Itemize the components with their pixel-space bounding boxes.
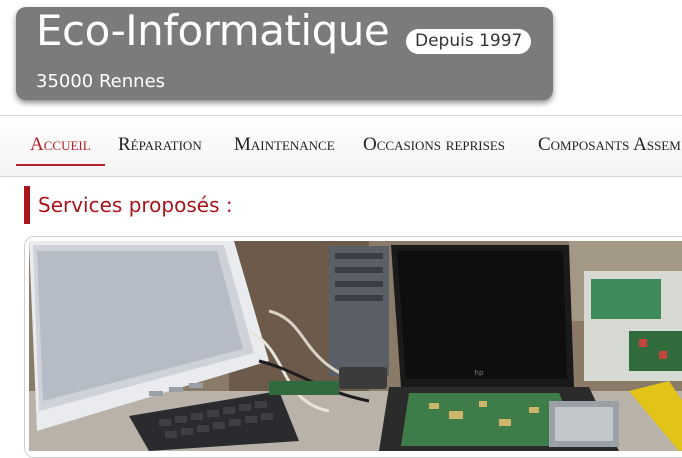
- nav-item-accueil[interactable]: Accueil: [16, 116, 105, 166]
- nav-item-maintenance[interactable]: Maintenance: [234, 116, 335, 166]
- repair-workshop-photo: hp: [29, 241, 682, 451]
- nav-item-composants-assembles[interactable]: Composants Assem: [538, 116, 681, 166]
- since-badge: Depuis 1997: [406, 29, 532, 54]
- section-title: Services proposés :: [24, 186, 233, 224]
- svg-text:hp: hp: [475, 369, 484, 377]
- nav-item-reparation[interactable]: Réparation: [118, 116, 202, 166]
- main-nav: Accueil Réparation Maintenance Occasions…: [0, 115, 682, 177]
- services-image-frame: hp: [24, 236, 682, 458]
- site-title[interactable]: Eco-Informatique: [36, 6, 390, 55]
- site-city: 35000 Rennes: [36, 71, 166, 92]
- site-header: Eco-Informatique Depuis 1997 35000 Renne…: [16, 6, 553, 100]
- nav-item-occasions-reprises[interactable]: Occasions reprises: [363, 116, 505, 166]
